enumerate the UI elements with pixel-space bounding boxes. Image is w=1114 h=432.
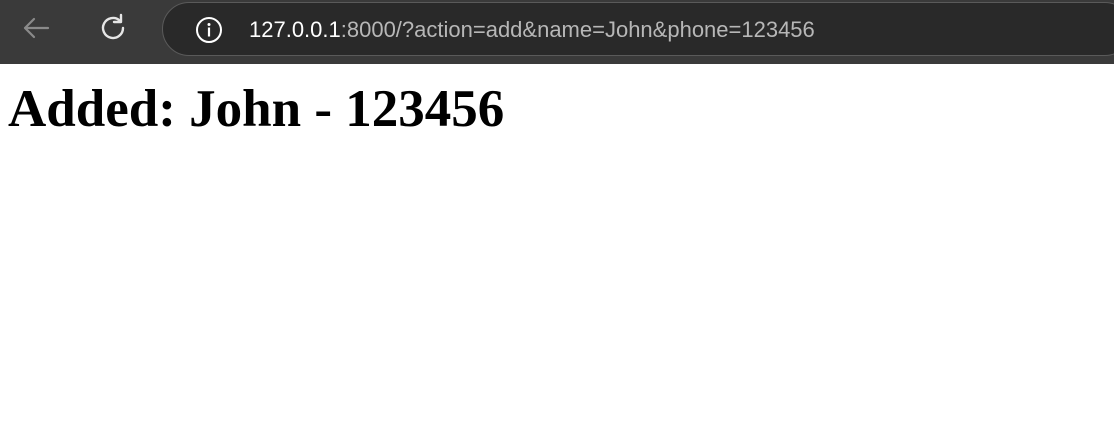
reload-icon <box>101 13 125 40</box>
page-heading: Added: John - 123456 <box>8 80 505 138</box>
url-host: 127.0.0.1 <box>249 17 341 42</box>
address-bar[interactable]: 127.0.0.1:8000/?action=add&name=John&pho… <box>162 2 1114 56</box>
reload-button[interactable] <box>93 8 133 48</box>
browser-toolbar: 127.0.0.1:8000/?action=add&name=John&pho… <box>0 0 1114 64</box>
back-arrow-icon <box>23 17 50 39</box>
url-text[interactable]: 127.0.0.1:8000/?action=add&name=John&pho… <box>249 17 815 43</box>
page-content: Added: John - 123456 <box>0 64 1114 432</box>
back-button[interactable] <box>16 8 56 48</box>
url-path-query: :8000/?action=add&name=John&phone=123456 <box>340 17 815 42</box>
info-icon[interactable] <box>194 15 224 45</box>
